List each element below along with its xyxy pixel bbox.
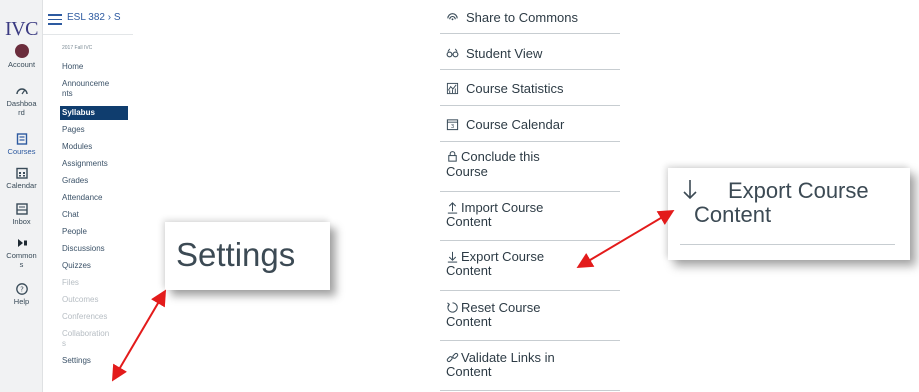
course-actions-menu: Share to Commons Student View Course Sta… [440,0,620,391]
breadcrumb[interactable]: ESL 382 › S [67,12,121,23]
calendar-icon: 3 [446,119,459,130]
avatar-icon [14,44,29,58]
course-statistics-button[interactable]: Course Statistics [440,70,620,106]
course-nav-syllabus[interactable]: Syllabus [60,106,128,120]
menu-item-label: Content [446,263,492,278]
reset-icon [447,302,458,313]
course-nav-assignments[interactable]: Assignments [62,159,128,169]
global-navigation: IVC Account Dashboa rd Courses Calendar [0,0,43,392]
global-nav-inbox[interactable]: Inbox [0,202,43,226]
inbox-icon [15,203,28,215]
export-icon [683,180,697,200]
menu-item-label: Import Course [461,200,544,215]
institution-logo[interactable]: IVC [0,18,43,41]
dashboard-icon [15,88,28,95]
conclude-course-button[interactable]: Conclude this Course [440,142,620,192]
calendar-icon [15,167,28,179]
course-navigation: Home Announceme nts Syllabus Pages Module… [60,62,128,373]
course-nav-quizzes[interactable]: Quizzes [62,261,128,271]
student-view-icon [446,48,459,58]
course-nav-grades[interactable]: Grades [62,176,128,186]
nav-label: Common [6,251,37,260]
export-zoom-callout: Export Course Content [668,168,910,260]
help-icon: ? [15,283,28,295]
course-nav-people[interactable]: People [62,227,128,237]
global-nav-dashboard[interactable]: Dashboa rd [0,84,43,117]
global-nav-account[interactable]: Account [0,44,43,69]
global-nav-help[interactable]: ? Help [0,282,43,306]
export-zoom-label-line2: Content [694,202,772,227]
menu-item-label: Validate Links in [461,350,555,365]
course-nav-files[interactable]: Files [62,278,128,288]
commons-icon [17,239,27,247]
menu-item-label: Reset Course [461,300,541,315]
nav-label: s [19,260,24,269]
import-icon [447,202,458,214]
lock-icon [448,151,457,162]
nav-label: Account [7,60,36,69]
nav-label: Courses [7,147,36,156]
svg-text:3: 3 [451,124,455,130]
menu-item-label: Share to Commons [466,10,578,25]
export-zoom-divider [680,244,895,245]
menu-item-label: Student View [466,46,543,61]
nav-label: rd [18,108,25,117]
share-to-commons-button[interactable]: Share to Commons [440,0,620,34]
course-nav-pages[interactable]: Pages [62,125,128,135]
nav-label: Inbox [12,217,31,226]
course-nav-modules[interactable]: Modules [62,142,128,152]
settings-zoom-callout: Settings [165,222,330,290]
courses-icon [16,133,27,145]
global-nav-commons[interactable]: Common s [0,236,43,269]
course-calendar-button[interactable]: 3 Course Calendar [440,106,620,142]
menu-item-label: Content [446,364,492,379]
header-divider [43,34,133,35]
course-nav-chat[interactable]: Chat [62,210,128,220]
course-menu-toggle[interactable] [48,14,62,25]
global-nav-calendar[interactable]: Calendar [0,166,43,190]
course-nav-attendance[interactable]: Attendance [62,193,128,203]
validate-links-button[interactable]: Validate Links in Content [440,341,620,391]
global-nav-courses[interactable]: Courses [0,132,43,156]
reset-course-content-button[interactable]: Reset Course Content [440,291,620,341]
import-course-content-button[interactable]: Import Course Content [440,192,620,241]
svg-text:?: ? [20,286,24,294]
menu-item-label: Course [446,164,488,179]
settings-zoom-label: Settings [176,236,296,273]
export-course-content-button[interactable]: Export Course Content [440,241,620,291]
nav-label: Help [13,297,30,306]
course-nav-outcomes[interactable]: Outcomes [62,295,128,305]
menu-item-label: Export Course [461,249,545,264]
menu-item-label: Course Calendar [466,117,565,132]
link-icon [446,352,459,363]
course-nav-announcements[interactable]: Announceme nts [62,79,128,99]
share-icon [447,13,458,21]
menu-item-label: Content [446,314,492,329]
export-icon [447,251,458,263]
course-nav-settings[interactable]: Settings [62,356,128,366]
course-nav-discussions[interactable]: Discussions [62,244,128,254]
menu-item-label: Content [446,214,492,229]
student-view-button[interactable]: Student View [440,34,620,70]
menu-item-label: Conclude this [461,149,540,164]
course-term: 2017 Fall IVC [62,45,93,51]
course-nav-collaborations[interactable]: Collaboration s [62,329,128,349]
course-nav-conferences[interactable]: Conferences [62,312,128,322]
nav-label: Dashboa [6,99,37,108]
menu-item-label: Course Statistics [466,81,564,96]
statistics-icon [446,82,459,95]
export-zoom-label-line1: Export Course [728,178,869,203]
nav-label: Calendar [6,181,37,190]
course-nav-home[interactable]: Home [62,62,128,72]
